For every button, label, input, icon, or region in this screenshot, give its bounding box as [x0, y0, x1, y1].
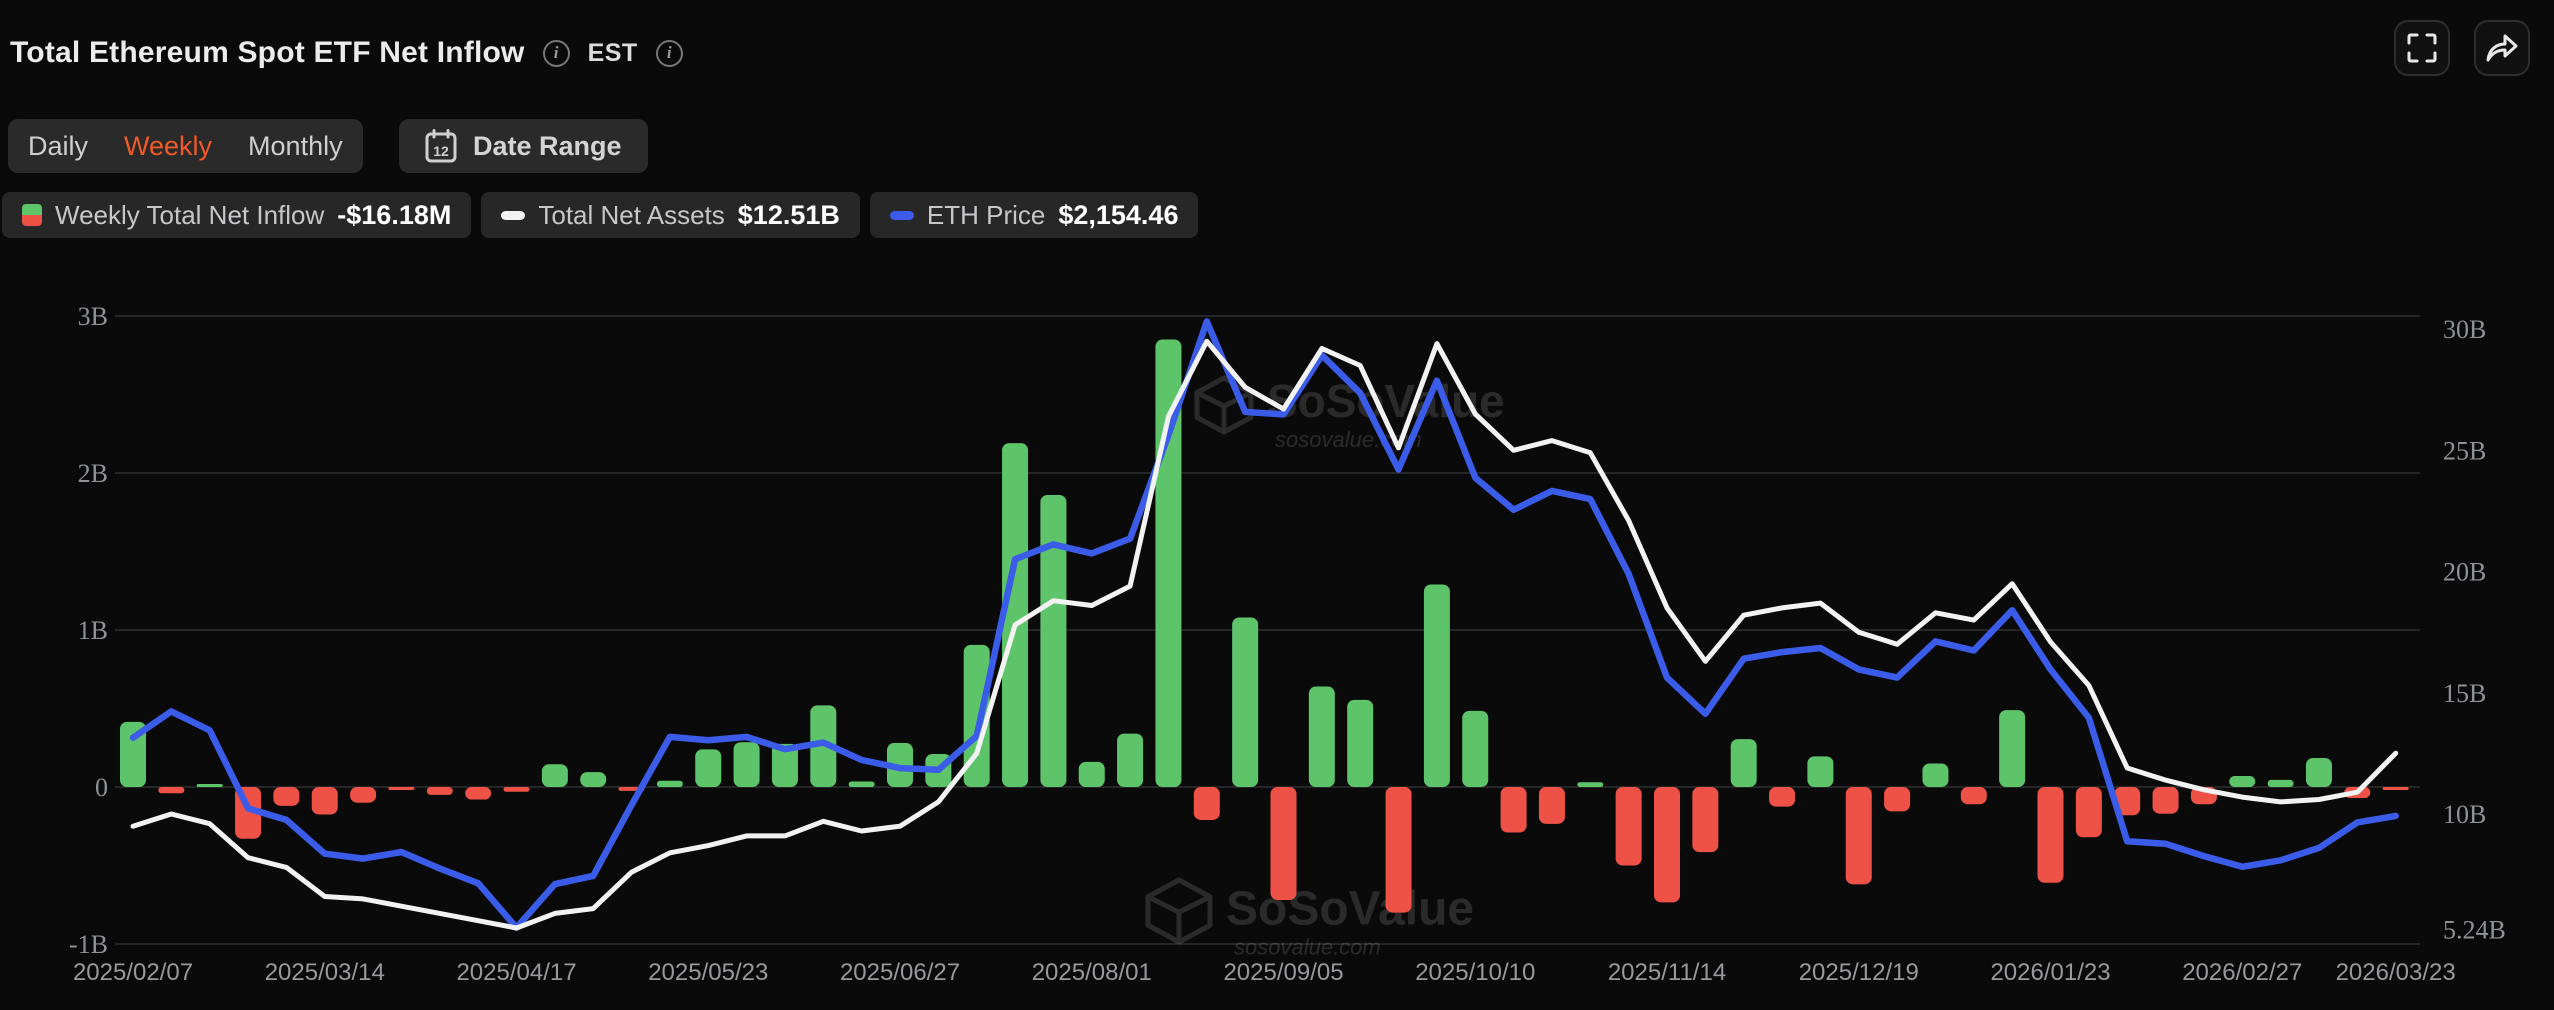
- inflow-bar[interactable]: [1500, 787, 1527, 833]
- inflow-bar[interactable]: [695, 749, 722, 787]
- inflow-bar[interactable]: [2229, 776, 2256, 787]
- inflow-bar[interactable]: [1193, 787, 1220, 820]
- inflow-bar[interactable]: [1308, 686, 1335, 787]
- right-axis-tick: 5.24B: [2443, 915, 2506, 944]
- left-axis-tick: 2B: [78, 459, 108, 488]
- x-axis-tick: 2025/04/17: [456, 959, 576, 986]
- inflow-bar[interactable]: [426, 787, 453, 795]
- net-inflow-bars: [120, 339, 2409, 913]
- inflow-bar[interactable]: [656, 780, 683, 787]
- inflow-bar[interactable]: [388, 787, 415, 790]
- x-axis-tick: 2025/08/01: [1032, 959, 1152, 986]
- inflow-bar[interactable]: [2075, 787, 2102, 838]
- inflow-bar[interactable]: [1385, 787, 1412, 913]
- watermark-bottom: SoSoValuesosovalue.com: [1145, 877, 1474, 960]
- svg-text:sosovalue.com: sosovalue.com: [1234, 935, 1381, 960]
- x-axis-tick: 2026/02/27: [2182, 959, 2302, 986]
- inflow-bar[interactable]: [1999, 710, 2026, 787]
- inflow-bar[interactable]: [1692, 787, 1719, 853]
- inflow-bar[interactable]: [733, 742, 760, 787]
- x-axis-ticks: 2025/02/07 2025/03/14 2025/04/17 2025/05/23…: [73, 959, 2456, 986]
- inflow-bar[interactable]: [580, 772, 607, 787]
- left-axis-tick: 0: [95, 773, 108, 802]
- x-axis-tick: 2025/05/23: [648, 959, 768, 986]
- inflow-bar[interactable]: [1040, 494, 1067, 787]
- left-axis-tick: -1B: [69, 930, 108, 959]
- x-axis-tick: 2025/10/10: [1415, 959, 1535, 986]
- inflow-bar[interactable]: [1884, 787, 1911, 812]
- x-axis-tick: 2025/03/14: [265, 959, 385, 986]
- x-axis-tick: 2026/01/23: [1990, 959, 2110, 986]
- inflow-bar[interactable]: [350, 787, 377, 803]
- inflow-bar[interactable]: [1922, 763, 1949, 787]
- right-axis-tick: 15B: [2443, 679, 2486, 708]
- inflow-bar[interactable]: [1960, 787, 1987, 805]
- inflow-bar[interactable]: [2037, 787, 2064, 883]
- left-axis-tick: 1B: [78, 616, 108, 645]
- inflow-bar[interactable]: [1769, 787, 1796, 807]
- x-axis-tick: 2025/12/19: [1799, 959, 1919, 986]
- right-axis-tick: 10B: [2443, 800, 2486, 829]
- right-axis-tick: 30B: [2443, 315, 2486, 344]
- x-axis-tick: 2026/03/23: [2336, 959, 2456, 986]
- right-axis-tick: 25B: [2443, 436, 2486, 465]
- inflow-bar[interactable]: [196, 784, 223, 787]
- inflow-bar[interactable]: [1577, 782, 1604, 787]
- inflow-bar[interactable]: [2152, 787, 2179, 814]
- inflow-bar[interactable]: [503, 787, 530, 792]
- inflow-bar[interactable]: [465, 787, 492, 800]
- inflow-bar[interactable]: [1538, 787, 1565, 824]
- inflow-bar[interactable]: [311, 787, 338, 815]
- inflow-bar[interactable]: [848, 781, 875, 787]
- inflow-bar[interactable]: [1232, 617, 1259, 787]
- x-axis-tick: 2025/11/14: [1608, 959, 1726, 986]
- inflow-bar[interactable]: [1423, 584, 1450, 787]
- inflow-bar[interactable]: [1347, 699, 1374, 787]
- inflow-bar[interactable]: [2305, 757, 2332, 787]
- inflow-bar[interactable]: [158, 787, 185, 794]
- x-axis-tick: 2025/06/27: [840, 959, 960, 986]
- inflow-bar[interactable]: [1615, 787, 1642, 866]
- inflow-bar[interactable]: [2267, 779, 2294, 787]
- inflow-bar[interactable]: [1730, 739, 1757, 787]
- combo-chart-plot-area[interactable]: 3B 2B 1B 0 -1B 30B 25B 20B 15B 10B 5.24B SoSoValues…: [0, 0, 2554, 1010]
- inflow-bar[interactable]: [2382, 787, 2409, 790]
- inflow-bar[interactable]: [541, 764, 568, 787]
- inflow-bar[interactable]: [1117, 733, 1144, 787]
- inflow-bar[interactable]: [1845, 787, 1872, 885]
- inflow-bar[interactable]: [1462, 710, 1489, 787]
- inflow-bar[interactable]: [1807, 756, 1834, 787]
- inflow-bar[interactable]: [1078, 761, 1105, 787]
- right-axis-tick: 20B: [2443, 558, 2486, 587]
- etf-net-inflow-page: Total Ethereum Spot ETF Net Inflow i EST…: [0, 0, 2554, 1010]
- x-axis-tick: 2025/02/07: [73, 959, 193, 986]
- x-axis-tick: 2025/09/05: [1223, 959, 1343, 986]
- inflow-bar[interactable]: [1654, 787, 1680, 903]
- left-axis-tick: 3B: [78, 302, 108, 331]
- inflow-bar[interactable]: [1270, 787, 1297, 901]
- svg-text:SoSoValue: SoSoValue: [1226, 883, 1474, 936]
- inflow-bar[interactable]: [273, 787, 300, 806]
